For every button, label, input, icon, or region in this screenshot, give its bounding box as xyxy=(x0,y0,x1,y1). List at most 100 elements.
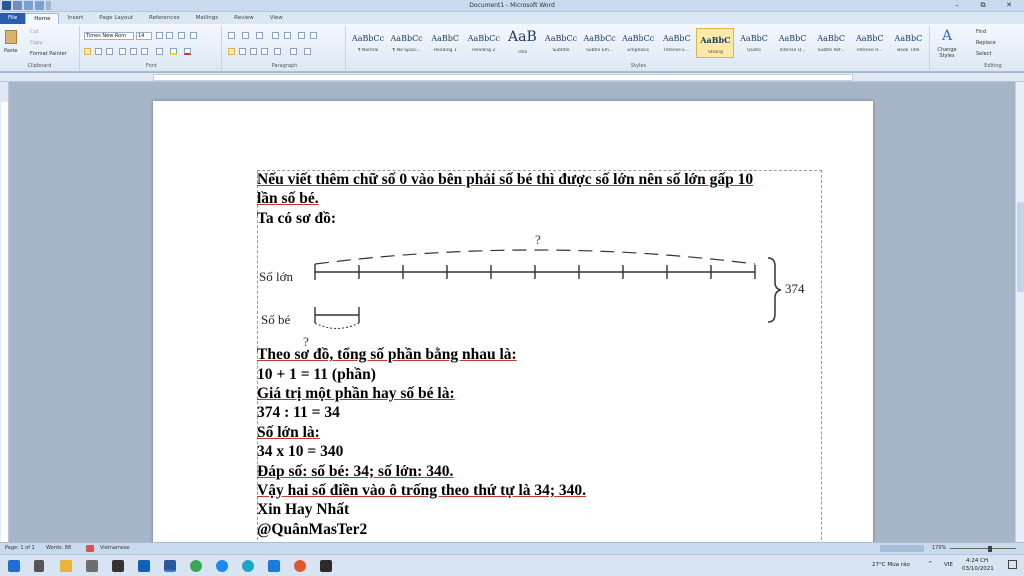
style-item[interactable]: AaBbCc Emphasis xyxy=(619,28,657,58)
file-explorer-icon[interactable] xyxy=(60,560,72,572)
line-spacing-icon[interactable] xyxy=(274,48,281,55)
proofing-icon[interactable] xyxy=(86,545,94,552)
sort-icon[interactable] xyxy=(298,32,305,39)
strikethrough-icon[interactable] xyxy=(119,48,126,55)
underline-icon[interactable] xyxy=(106,48,113,55)
paste-icon[interactable] xyxy=(5,30,17,44)
edge-icon[interactable] xyxy=(242,560,254,572)
styles-gallery: AaBbCc ¶ Normal AaBbCc ¶ No Spaci... AaBbC He… xyxy=(349,28,929,64)
tray-chevron-icon[interactable]: ^ xyxy=(928,561,933,567)
app-red-icon[interactable] xyxy=(294,560,306,572)
bold-icon[interactable] xyxy=(84,48,91,55)
restore-button[interactable]: ⧉ xyxy=(970,0,996,11)
close-button[interactable]: ✕ xyxy=(996,0,1022,11)
align-right-icon[interactable] xyxy=(250,48,257,55)
style-item[interactable]: AaBbCc Subtitle xyxy=(542,28,580,58)
horizontal-ruler[interactable] xyxy=(0,73,1024,82)
zalo-icon[interactable] xyxy=(216,560,228,572)
change-styles-button[interactable]: A Change Styles xyxy=(932,28,962,68)
italic-icon[interactable] xyxy=(95,48,102,55)
clock-date[interactable]: 03/10/2021 xyxy=(962,566,994,572)
justify-icon[interactable] xyxy=(261,48,268,55)
style-item[interactable]: AaBbC Intense E... xyxy=(658,28,696,58)
store-icon[interactable] xyxy=(112,560,124,572)
language-indicator[interactable]: Vietnamese xyxy=(100,545,130,551)
grow-font-icon[interactable] xyxy=(156,32,163,39)
shading-icon[interactable] xyxy=(290,48,297,55)
bullets-icon[interactable] xyxy=(228,32,235,39)
start-icon[interactable] xyxy=(8,560,20,572)
tab-insert[interactable]: Insert xyxy=(59,13,91,24)
document-page[interactable]: Nếu viết thêm chữ số 0 vào bên phải số b… xyxy=(153,101,873,542)
clipboard-group: Paste Cut Copy Format Painter Clipboard xyxy=(0,26,80,70)
tab-mailings[interactable]: Mailings xyxy=(188,13,227,24)
style-item[interactable]: AaBbCc Subtle Em... xyxy=(581,28,619,58)
tab-home[interactable]: Home xyxy=(25,13,60,24)
notification-icon[interactable] xyxy=(1008,560,1017,569)
tab-file[interactable]: File xyxy=(0,13,26,24)
chrome-icon[interactable] xyxy=(190,560,202,572)
clock-time[interactable]: 4:24 CH xyxy=(966,558,988,564)
decrease-indent-icon[interactable] xyxy=(272,32,279,39)
select-button[interactable]: Select xyxy=(976,51,991,57)
style-item[interactable]: AaBbC Quote xyxy=(735,28,773,58)
page-count[interactable]: Page: 1 of 1 xyxy=(5,545,35,551)
vertical-scrollbar[interactable] xyxy=(1015,82,1024,542)
paste-button[interactable]: Paste xyxy=(4,48,18,54)
font-color-icon[interactable] xyxy=(184,48,191,55)
media-player-icon[interactable] xyxy=(268,560,280,572)
style-item[interactable]: AaBbC Intense Q... xyxy=(774,28,812,58)
zoom-slider-thumb[interactable] xyxy=(988,546,992,552)
style-sample: AaBbC xyxy=(855,34,884,43)
vertical-ruler[interactable] xyxy=(0,82,9,542)
copy-button[interactable]: Copy xyxy=(30,40,43,46)
superscript-icon[interactable] xyxy=(141,48,148,55)
show-marks-icon[interactable] xyxy=(310,32,317,39)
tab-page-layout[interactable]: Page Layout xyxy=(91,13,141,24)
format-painter-button[interactable]: Format Painter xyxy=(30,51,67,57)
style-item[interactable]: AaBbCc Heading 2 xyxy=(465,28,503,58)
style-item[interactable]: AaB Title xyxy=(503,28,541,58)
increase-indent-icon[interactable] xyxy=(284,32,291,39)
style-item[interactable]: AaBbC Subtle Ref... xyxy=(812,28,850,58)
subscript-icon[interactable] xyxy=(130,48,137,55)
style-item[interactable]: AaBbC Book Title xyxy=(889,28,927,58)
highlight-color-icon[interactable] xyxy=(170,48,177,55)
zoom-slider[interactable] xyxy=(950,548,1016,549)
borders-icon[interactable] xyxy=(304,48,311,55)
scrollbar-thumb[interactable] xyxy=(1017,202,1024,292)
align-left-icon[interactable] xyxy=(228,48,235,55)
style-item[interactable]: AaBbCc ¶ No Spaci... xyxy=(388,28,426,58)
style-item[interactable]: AaBbC Intense R... xyxy=(851,28,889,58)
change-case-icon[interactable] xyxy=(178,32,185,39)
multilevel-list-icon[interactable] xyxy=(256,32,263,39)
style-item[interactable]: AaBbCc ¶ Normal xyxy=(349,28,387,58)
font-size-select[interactable]: 14 xyxy=(136,32,152,40)
font-name-select[interactable]: Times New Rom xyxy=(84,32,134,40)
style-item[interactable]: AaBbC Heading 1 xyxy=(426,28,464,58)
task-view-icon[interactable] xyxy=(34,560,44,572)
word-count[interactable]: Words: 88 xyxy=(46,545,71,551)
word-taskbar-icon[interactable] xyxy=(164,560,176,572)
numbering-icon[interactable] xyxy=(242,32,249,39)
clear-formatting-icon[interactable] xyxy=(190,32,197,39)
weather-widget[interactable]: 27°C Mưa rào xyxy=(872,562,910,568)
mail-icon[interactable] xyxy=(138,560,150,572)
tab-references[interactable]: References xyxy=(141,13,188,24)
text-effects-icon[interactable] xyxy=(156,48,163,55)
view-buttons[interactable] xyxy=(880,545,924,552)
find-button[interactable]: Find xyxy=(976,29,986,35)
shrink-font-icon[interactable] xyxy=(166,32,173,39)
align-center-icon[interactable] xyxy=(239,48,246,55)
calculator-icon[interactable] xyxy=(86,560,98,572)
tab-view[interactable]: View xyxy=(262,13,291,24)
cut-button[interactable]: Cut xyxy=(30,29,39,35)
doc-line-5: 10 + 1 = 11 (phần) xyxy=(257,365,376,383)
minimize-button[interactable]: – xyxy=(944,0,970,11)
zoom-level[interactable]: 170% xyxy=(932,545,946,551)
terminal-icon[interactable] xyxy=(320,560,332,572)
language-tray[interactable]: VIE xyxy=(944,562,953,568)
tab-review[interactable]: Review xyxy=(226,13,262,24)
replace-button[interactable]: Replace xyxy=(976,40,996,46)
style-item[interactable]: AaBbC Strong xyxy=(696,28,735,58)
